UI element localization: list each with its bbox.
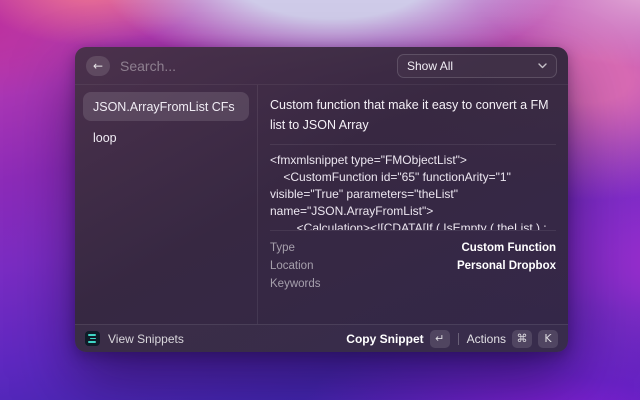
actions-label: Actions: [467, 332, 506, 346]
return-key-icon: ↵: [430, 330, 450, 348]
snippet-metadata: Type Custom Function Location Personal D…: [270, 231, 556, 293]
main-content: JSON.ArrayFromList CFs loop Custom funct…: [75, 85, 568, 324]
metadata-value: Personal Dropbox: [457, 260, 556, 272]
back-arrow-icon: ←: [93, 56, 103, 76]
snippet-list-item-loop[interactable]: loop: [83, 123, 249, 152]
filter-dropdown[interactable]: Show All: [397, 54, 557, 78]
chevron-down-icon: [538, 63, 547, 69]
search-header: ← Show All: [75, 47, 568, 85]
metadata-row-location: Location Personal Dropbox: [270, 257, 556, 275]
search-input[interactable]: [120, 58, 387, 74]
snippets-viewer-window: ← Show All JSON.ArrayFromList CFs loop C…: [75, 47, 568, 352]
code-line: <Calculation><![CDATA[If ( IsEmpty ( the…: [270, 220, 556, 231]
code-line: <fmxmlsnippet type="FMObjectList">: [270, 152, 556, 169]
metadata-row-keywords: Keywords: [270, 275, 556, 293]
copy-snippet-label: Copy Snippet: [346, 332, 423, 346]
snippet-description: Custom function that make it easy to con…: [270, 85, 556, 145]
filter-dropdown-value: Show All: [407, 59, 532, 73]
command-key-icon: ⌘: [512, 330, 532, 348]
extension-name-label: View Snippets: [108, 332, 184, 346]
code-line: <CustomFunction id="65" functionArity="1…: [270, 169, 556, 186]
metadata-label: Keywords: [270, 278, 556, 290]
snippet-list-item-json-arrayfromlist[interactable]: JSON.ArrayFromList CFs: [83, 92, 249, 121]
code-line: visible="True" parameters="theList": [270, 186, 556, 203]
snippets-app-icon: [85, 331, 100, 346]
snippet-code-block: <fmxmlsnippet type="FMObjectList"> <Cust…: [270, 145, 556, 231]
metadata-value: Custom Function: [461, 242, 556, 254]
snippet-detail-panel: Custom function that make it easy to con…: [258, 85, 568, 324]
back-button[interactable]: ←: [86, 56, 110, 76]
copy-snippet-button[interactable]: Copy Snippet ↵: [346, 330, 449, 348]
k-key-badge: K: [538, 330, 558, 348]
snippet-list: JSON.ArrayFromList CFs loop: [75, 85, 258, 324]
metadata-label: Type: [270, 242, 461, 254]
actions-button[interactable]: Actions ⌘ K: [467, 330, 558, 348]
footer-divider: [458, 333, 459, 345]
metadata-label: Location: [270, 260, 457, 272]
action-bar: View Snippets Copy Snippet ↵ Actions ⌘ K: [75, 324, 568, 352]
metadata-row-type: Type Custom Function: [270, 239, 556, 257]
code-line: name="JSON.ArrayFromList">: [270, 203, 556, 220]
